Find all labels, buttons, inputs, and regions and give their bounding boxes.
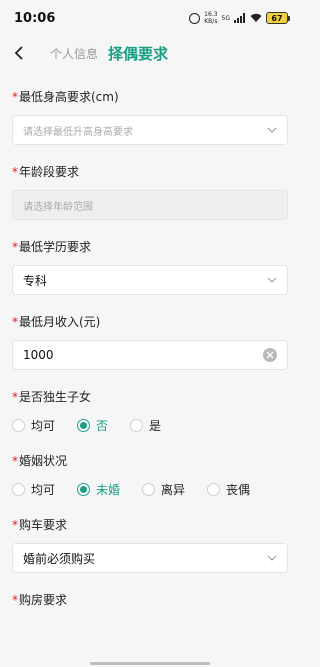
wifi-icon <box>250 13 262 22</box>
network-type: 5G <box>221 14 230 22</box>
clear-icon[interactable] <box>263 348 277 362</box>
radio-circle <box>207 483 221 496</box>
house-requirement-label: 购房要求 <box>19 593 68 607</box>
required-mark: * <box>12 164 18 179</box>
marital-option-widowed[interactable]: 丧偶 <box>207 481 250 498</box>
marital-option-divorced[interactable]: 离异 <box>142 481 185 498</box>
chevron-down-icon <box>267 277 277 283</box>
radio-label: 均可 <box>31 419 56 433</box>
network-speed: 16.3 KB/s <box>204 11 217 25</box>
min-height-label: 最低身高要求(cm) <box>19 90 119 104</box>
tab-personal-info[interactable]: 个人信息 <box>50 45 98 62</box>
car-requirement-select[interactable]: 婚前必须购买 <box>12 543 288 573</box>
signal-icon <box>234 13 245 23</box>
chevron-down-icon <box>267 555 277 561</box>
min-education-label: 最低学历要求 <box>19 240 92 254</box>
car-requirement-label: 购车要求 <box>19 518 68 532</box>
min-income-value: 1000 <box>23 348 54 362</box>
field-min-income: * 最低月收入(元) 1000 <box>12 313 288 370</box>
network-speed-value: 16.3 <box>204 11 218 18</box>
radio-circle <box>12 483 25 496</box>
only-child-option-no[interactable]: 否 <box>77 417 108 434</box>
radio-circle <box>12 419 25 432</box>
marital-option-any[interactable]: 均可 <box>12 481 55 498</box>
status-time: 10:06 <box>14 10 56 26</box>
min-education-select[interactable]: 专科 <box>12 265 288 295</box>
only-child-label: 是否独生子女 <box>19 390 92 404</box>
required-mark: * <box>12 592 18 607</box>
field-min-education: * 最低学历要求 专科 <box>12 238 288 295</box>
field-min-height: * 最低身高要求(cm) 请选择最低升高身高要求 <box>12 88 288 145</box>
only-child-option-yes[interactable]: 是 <box>130 417 161 434</box>
radio-circle <box>77 419 91 432</box>
back-button[interactable] <box>14 43 34 63</box>
age-range-label: 年龄段要求 <box>19 165 80 179</box>
required-mark: * <box>12 517 18 532</box>
min-height-select[interactable]: 请选择最低升高身高要求 <box>12 115 288 145</box>
field-only-child: * 是否独生子女 均可 否 是 <box>12 388 288 434</box>
radio-label: 均可 <box>31 483 56 497</box>
min-income-input[interactable]: 1000 <box>12 340 288 370</box>
nav-bar: 个人信息 择偶要求 <box>0 36 300 70</box>
min-education-value: 专科 <box>23 273 48 288</box>
required-mark: * <box>12 239 18 254</box>
tab-partner-requirements[interactable]: 择偶要求 <box>108 43 168 64</box>
field-house-requirement: * 购房要求 <box>12 591 288 608</box>
network-speed-unit: KB/s <box>204 18 218 25</box>
chevron-left-icon <box>14 46 23 60</box>
marital-status-label: 婚姻状况 <box>19 454 68 468</box>
radio-circle <box>142 483 156 496</box>
field-age-range: * 年龄段要求 请选择年龄范围 <box>12 163 288 220</box>
car-requirement-value: 婚前必须购买 <box>23 551 96 566</box>
field-car-requirement: * 购车要求 婚前必须购买 <box>12 516 288 573</box>
radio-label: 未婚 <box>96 483 121 497</box>
requirements-form: * 最低身高要求(cm) 请选择最低升高身高要求 * 年龄段要求 请选择年龄范围 *… <box>0 88 300 608</box>
status-icons: 16.3 KB/s 5G 67 <box>189 11 290 25</box>
marital-radio-group: 均可 未婚 离异 丧偶 <box>12 481 288 498</box>
min-income-label: 最低月收入(元) <box>19 315 101 329</box>
only-child-radio-group: 均可 否 是 <box>12 417 288 434</box>
field-marital-status: * 婚姻状况 均可 未婚 离异 丧偶 <box>12 452 288 498</box>
radio-label: 否 <box>96 419 109 433</box>
min-height-placeholder: 请选择最低升高身高要求 <box>23 126 133 138</box>
status-bar: 10:06 16.3 KB/s 5G 67 <box>0 0 300 36</box>
chevron-down-icon <box>267 127 277 133</box>
required-mark: * <box>12 453 18 468</box>
required-mark: * <box>12 314 18 329</box>
radio-label: 丧偶 <box>226 483 251 497</box>
marital-option-unmarried[interactable]: 未婚 <box>77 481 120 498</box>
radio-label: 离异 <box>161 483 186 497</box>
age-range-placeholder: 请选择年龄范围 <box>23 201 93 213</box>
required-mark: * <box>12 89 18 104</box>
only-child-option-any[interactable]: 均可 <box>12 417 55 434</box>
required-mark: * <box>12 389 18 404</box>
radio-circle <box>77 483 91 496</box>
radio-label: 是 <box>149 419 162 433</box>
radio-circle <box>130 419 144 432</box>
age-range-select[interactable]: 请选择年龄范围 <box>12 190 288 220</box>
battery-icon: 67 <box>266 12 290 24</box>
alarm-icon <box>189 12 201 24</box>
home-indicator[interactable] <box>90 662 210 665</box>
